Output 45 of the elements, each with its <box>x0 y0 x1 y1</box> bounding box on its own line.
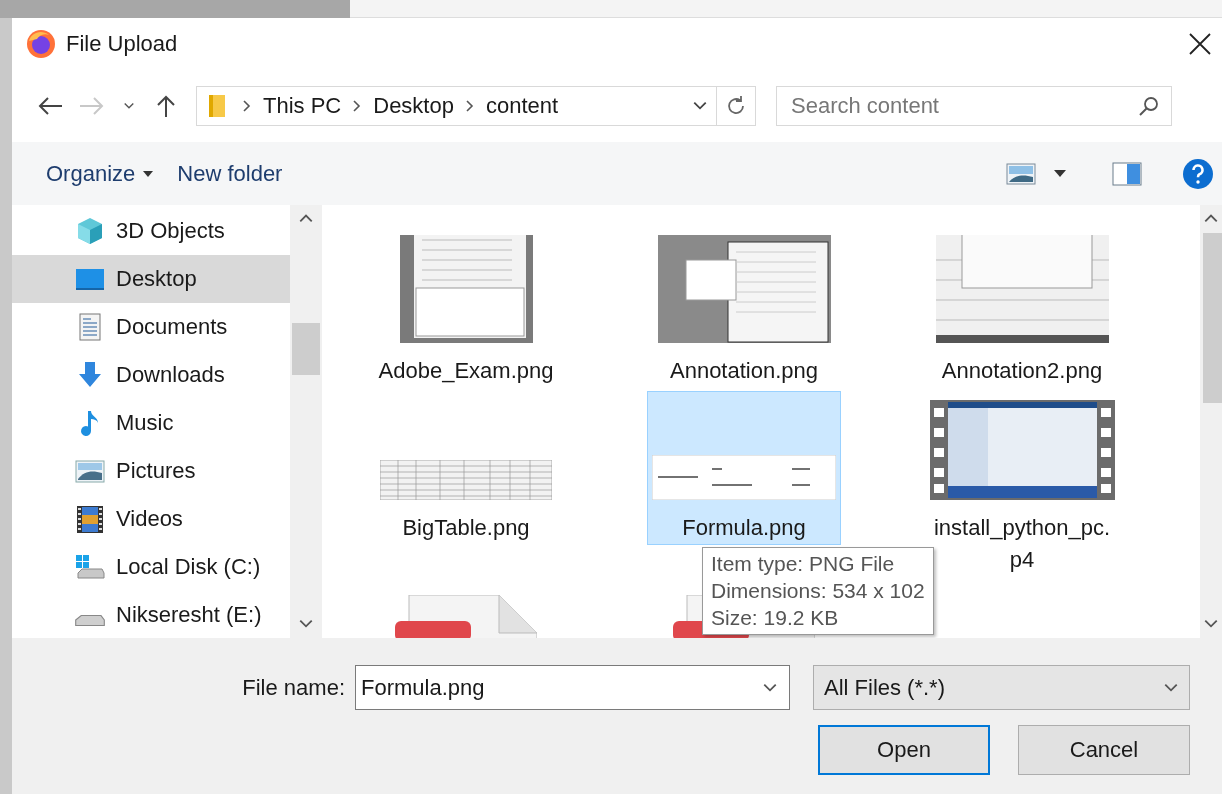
drive-icon <box>74 614 106 626</box>
file-item[interactable]: Adobe_Exam.png <box>373 234 559 388</box>
sidebar-item[interactable]: Downloads <box>12 351 290 399</box>
sidebar-item[interactable]: Videos <box>12 495 290 543</box>
breadcrumb-link[interactable]: content <box>479 93 565 119</box>
preview-pane-icon[interactable] <box>1112 161 1142 186</box>
window-title: File Upload <box>66 31 179 57</box>
caret-icon[interactable] <box>1054 169 1066 178</box>
breadcrumb-link[interactable]: This PC <box>257 93 348 119</box>
file-item[interactable]: Formula.png <box>647 391 841 545</box>
address-bar[interactable]: This PC Desktop content <box>196 86 756 126</box>
scrollbar[interactable] <box>1200 205 1222 638</box>
view-picture-icon[interactable] <box>1006 162 1036 185</box>
file-name-field[interactable]: Formula.png <box>355 665 790 710</box>
file-item[interactable]: Annotation.png <box>652 234 836 388</box>
sidebar-item[interactable]: Desktop <box>12 255 290 303</box>
organize-menu[interactable]: Organize <box>34 156 166 191</box>
tooltip: Item type: PNG File Dimensions: 534 x 102 Size: 19.2 KB <box>702 547 934 635</box>
sidebar-item[interactable]: Pictures <box>12 447 290 495</box>
sidebar-item[interactable]: Nikseresht (E:) <box>12 591 290 638</box>
scrollbar[interactable] <box>290 205 322 638</box>
sidebar-item[interactable]: Local Disk (C:) <box>12 543 290 591</box>
help-icon[interactable] <box>1182 157 1214 190</box>
breadcrumb-link[interactable]: Desktop <box>367 93 460 119</box>
sidebar-item[interactable]: Documents <box>12 303 290 351</box>
up-arrow-icon <box>155 94 177 118</box>
sidebar-item[interactable]: 3D Objects <box>12 207 290 255</box>
search-icon <box>1138 95 1160 117</box>
left-arrow-icon <box>37 96 63 116</box>
film-icon <box>74 503 106 535</box>
scrollbar-thumb[interactable] <box>292 323 320 375</box>
dialog-button[interactable]: Cancel <box>1018 724 1190 775</box>
scrollbar-thumb[interactable] <box>1203 233 1222 403</box>
search-field[interactable]: Search content <box>776 86 1172 126</box>
file-item[interactable]: BigTable.png <box>375 391 557 545</box>
browser-logo-icon <box>26 29 56 59</box>
dialog-button[interactable]: Open <box>818 724 990 775</box>
new-folder-button[interactable]: New folder <box>165 156 295 191</box>
right-arrow-icon <box>79 96 105 116</box>
caret-icon <box>143 170 154 177</box>
file-name-label: File name: <box>242 674 346 701</box>
file-type-dropdown[interactable]: All Files (*.*) <box>813 665 1190 710</box>
close-icon[interactable] <box>1188 32 1212 56</box>
file-item[interactable]: Annotation2.png <box>930 234 1114 388</box>
sidebar-item[interactable]: Music <box>12 399 290 447</box>
